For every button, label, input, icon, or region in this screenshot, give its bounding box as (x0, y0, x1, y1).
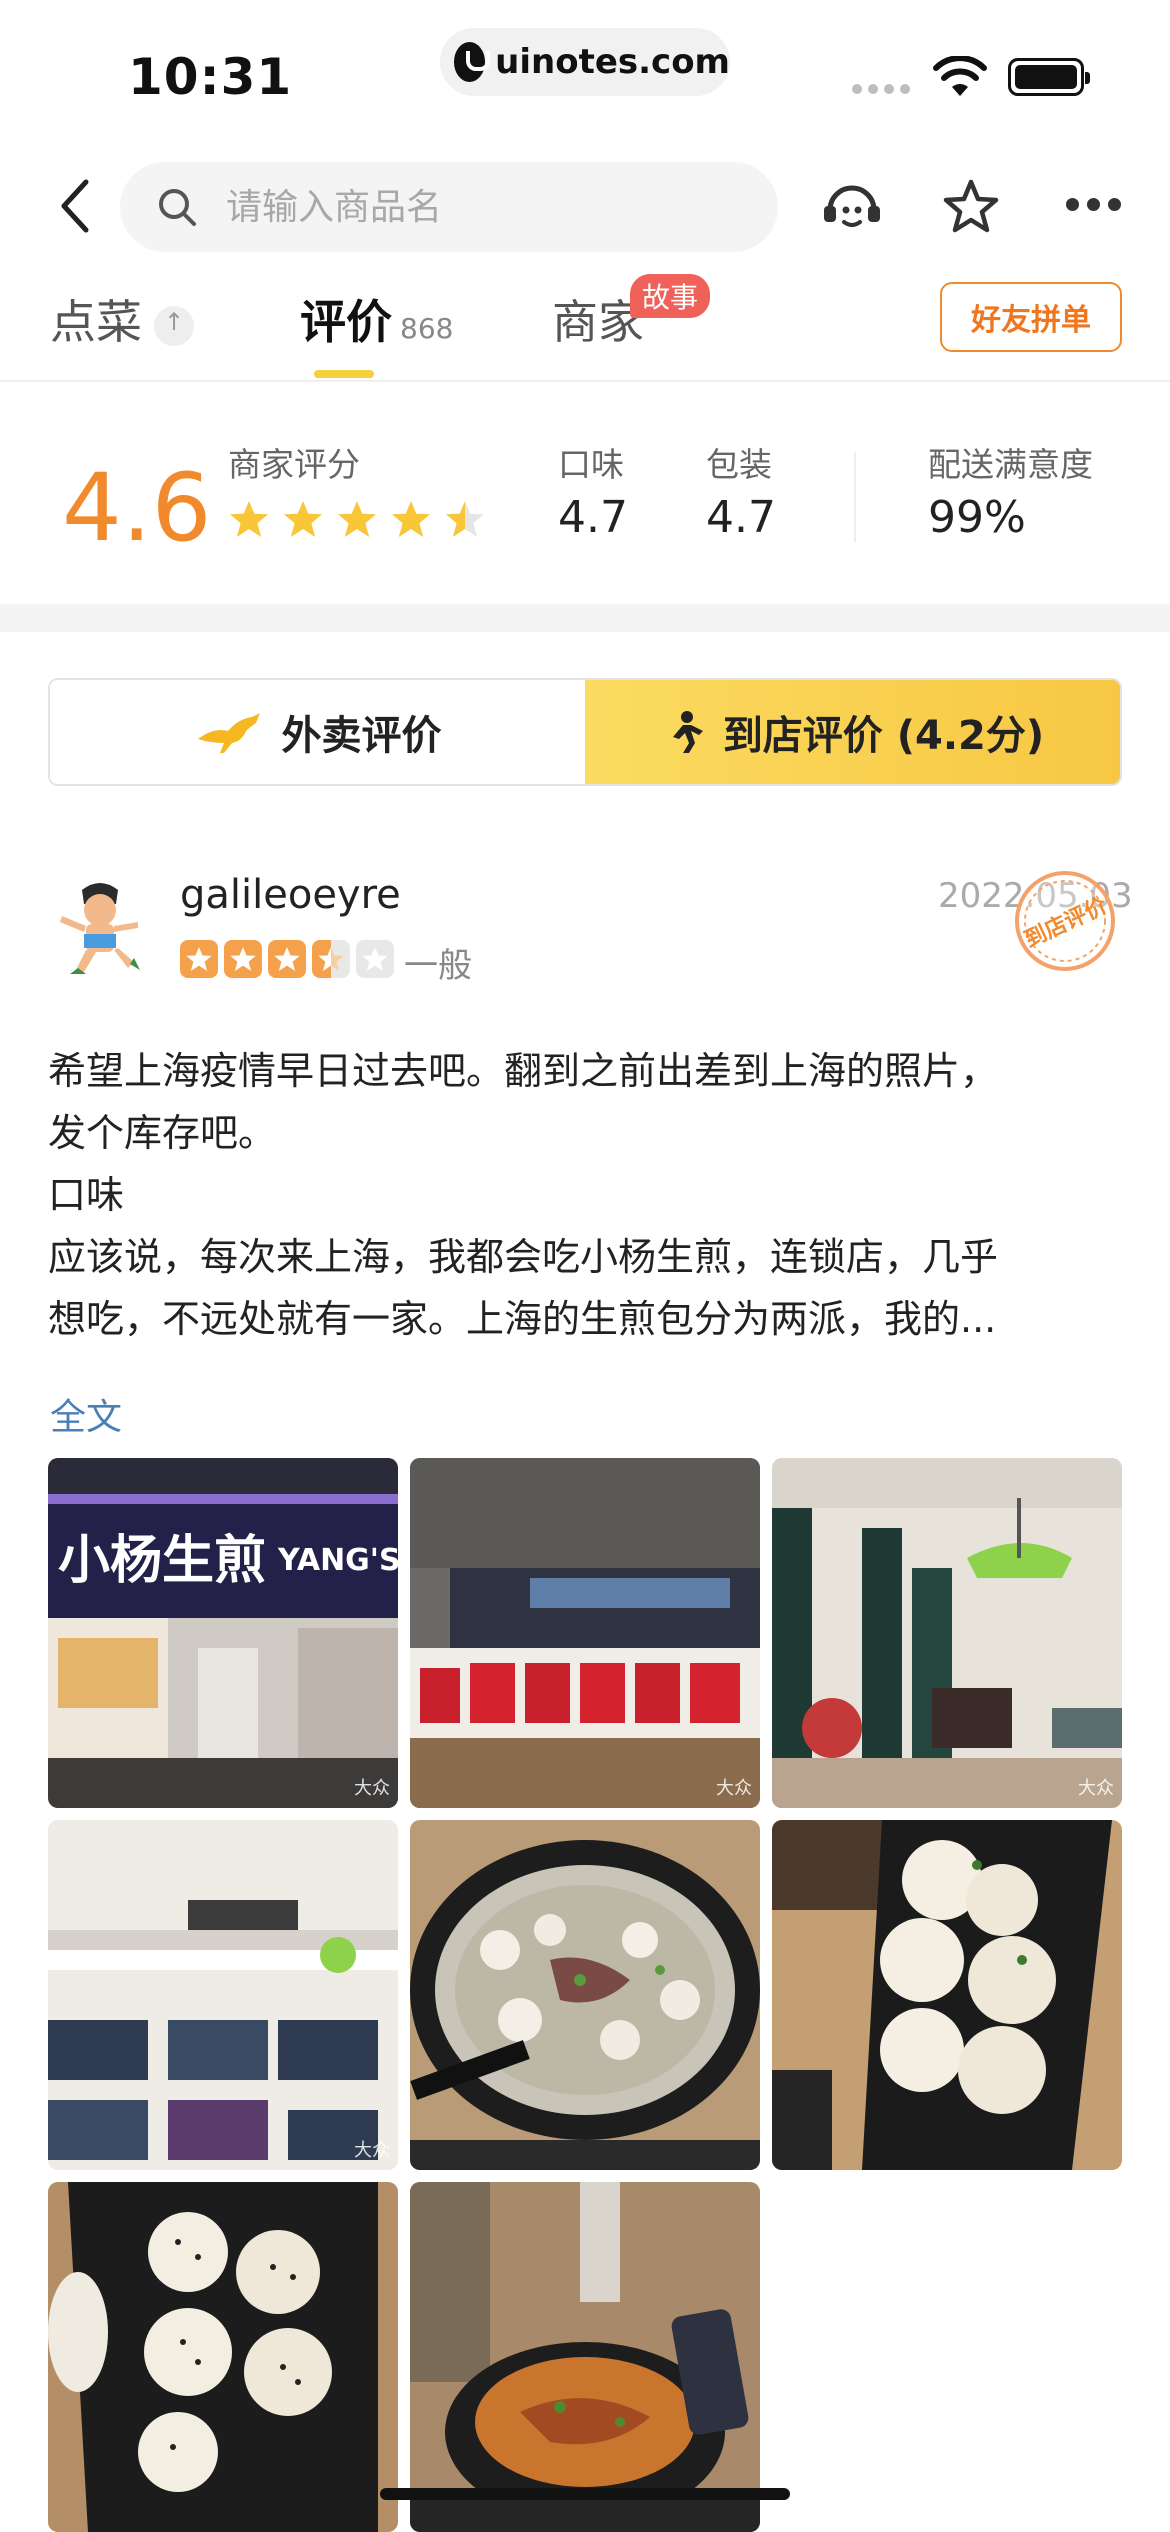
photo-watermark: 大众 (354, 1778, 390, 1799)
user-avatar[interactable] (48, 872, 152, 976)
rating-star-icon (312, 940, 350, 978)
rating-star-icon (180, 940, 218, 978)
review-body: 希望上海疫情早日过去吧。翻到之前出差到上海的照片， 发个库存吧。 口味 应该说，… (48, 1040, 1128, 1350)
merchant-score-label: 商家评分 (228, 445, 360, 484)
review-photo[interactable]: 小杨生煎 YANG'S DUMPLING 大众 (48, 1458, 398, 1808)
site-logo-icon (454, 42, 491, 82)
star-icon (230, 501, 268, 537)
review-line: 想吃，不远处就有一家。上海的生煎包分为两派，我的... (48, 1297, 997, 1341)
shop-sign-english: YANG'S DUMPLING (277, 1543, 398, 1578)
kangaroo-icon (197, 713, 260, 753)
review-photo[interactable]: 大众 (48, 1820, 398, 2170)
score-divider (854, 452, 856, 542)
pin-top-icon (154, 305, 194, 346)
star-icon (274, 947, 300, 971)
star-icon (362, 947, 388, 971)
review-photo[interactable] (410, 1820, 760, 2170)
star-icon (186, 947, 212, 971)
star-icon (392, 501, 430, 537)
search-input[interactable] (226, 186, 666, 228)
tab-order[interactable]: 点菜 (50, 286, 194, 352)
store-review-label: 到店评价 (4.2分) (722, 713, 1045, 759)
tab-order-label: 点菜 (50, 295, 142, 349)
home-indicator (380, 2488, 790, 2500)
search-icon (159, 189, 196, 226)
star-icon (230, 947, 256, 971)
taste-score: 4.7 (558, 492, 628, 543)
divider (0, 380, 1170, 382)
review-photo-grid: 小杨生煎 YANG'S DUMPLING 大众 大众 (48, 1458, 1122, 2532)
photo-watermark: 大众 (354, 2140, 390, 2161)
star-icon (338, 501, 376, 537)
status-time: 10:31 (128, 48, 293, 106)
merchant-star-rating (228, 498, 486, 540)
star-icon (318, 947, 344, 971)
review-username[interactable]: galileoeyre (180, 872, 401, 918)
story-badge: 故事 (630, 274, 711, 318)
review-line: 希望上海疫情早日过去吧。翻到之前出差到上海的照片， (48, 1049, 999, 1093)
full-text-link[interactable]: 全文 (50, 1388, 122, 1440)
more-icon[interactable] (1066, 198, 1122, 214)
tab-review-label: 评价 (300, 295, 392, 349)
cellular-signal-icon (852, 84, 910, 94)
review-photo[interactable] (48, 2182, 398, 2532)
battery-icon (1008, 58, 1090, 96)
group-order-button[interactable]: 好友拼单 (940, 282, 1122, 352)
takeout-review-tab[interactable]: 外卖评价 (50, 680, 585, 784)
overall-score: 4.6 (62, 454, 212, 563)
section-separator (0, 604, 1170, 632)
photo-watermark: 大众 (1078, 1778, 1114, 1799)
review-photo[interactable] (772, 1820, 1122, 2170)
url-text: uinotes.com (495, 42, 730, 82)
rating-text: 一般 (404, 946, 472, 986)
review-line: 应该说，每次来上海，我都会吃小杨生煎，连锁店，几乎 (48, 1235, 999, 1279)
wifi-icon (933, 56, 987, 96)
review-line: 口味 (48, 1173, 125, 1217)
taste-label: 口味 (558, 445, 624, 484)
walking-person-icon (672, 711, 703, 753)
rating-star-icon (356, 940, 394, 978)
packaging-score: 4.7 (706, 492, 776, 543)
review-photo[interactable]: 大众 (772, 1458, 1122, 1808)
tab-review[interactable]: 评价 868 (300, 286, 453, 352)
photo-watermark: 大众 (716, 1778, 752, 1799)
store-review-stamp: 到店评价 (1015, 871, 1115, 971)
url-pill[interactable]: uinotes.com (440, 28, 730, 96)
review-line: 发个库存吧。 (48, 1111, 277, 1155)
rating-star-icon (224, 940, 262, 978)
tab-active-indicator (314, 370, 374, 378)
takeout-review-label: 外卖评价 (281, 713, 442, 759)
status-bar: 10:31 uinotes.com (0, 0, 1170, 140)
packaging-label: 包装 (706, 445, 772, 484)
review-photo[interactable]: 大众 (410, 1458, 760, 1808)
rating-star-icon (268, 940, 306, 978)
review-count: 868 (400, 312, 454, 345)
review-star-rating (180, 940, 394, 978)
shop-sign-text: 小杨生煎 (58, 1531, 266, 1591)
star-icon (446, 501, 484, 537)
delivery-score: 99% (928, 492, 1026, 543)
favorite-star-icon[interactable] (942, 178, 1000, 236)
review-photo[interactable] (410, 2182, 760, 2532)
star-icon (284, 501, 322, 537)
customer-service-icon[interactable] (820, 176, 884, 234)
search-bar[interactable] (120, 162, 778, 252)
back-icon[interactable] (54, 176, 98, 236)
delivery-label: 配送满意度 (928, 445, 1093, 484)
review-type-switch[interactable]: 外卖评价 到店评价 (4.2分) (48, 678, 1122, 786)
store-review-tab[interactable]: 到店评价 (4.2分) (585, 680, 1120, 784)
